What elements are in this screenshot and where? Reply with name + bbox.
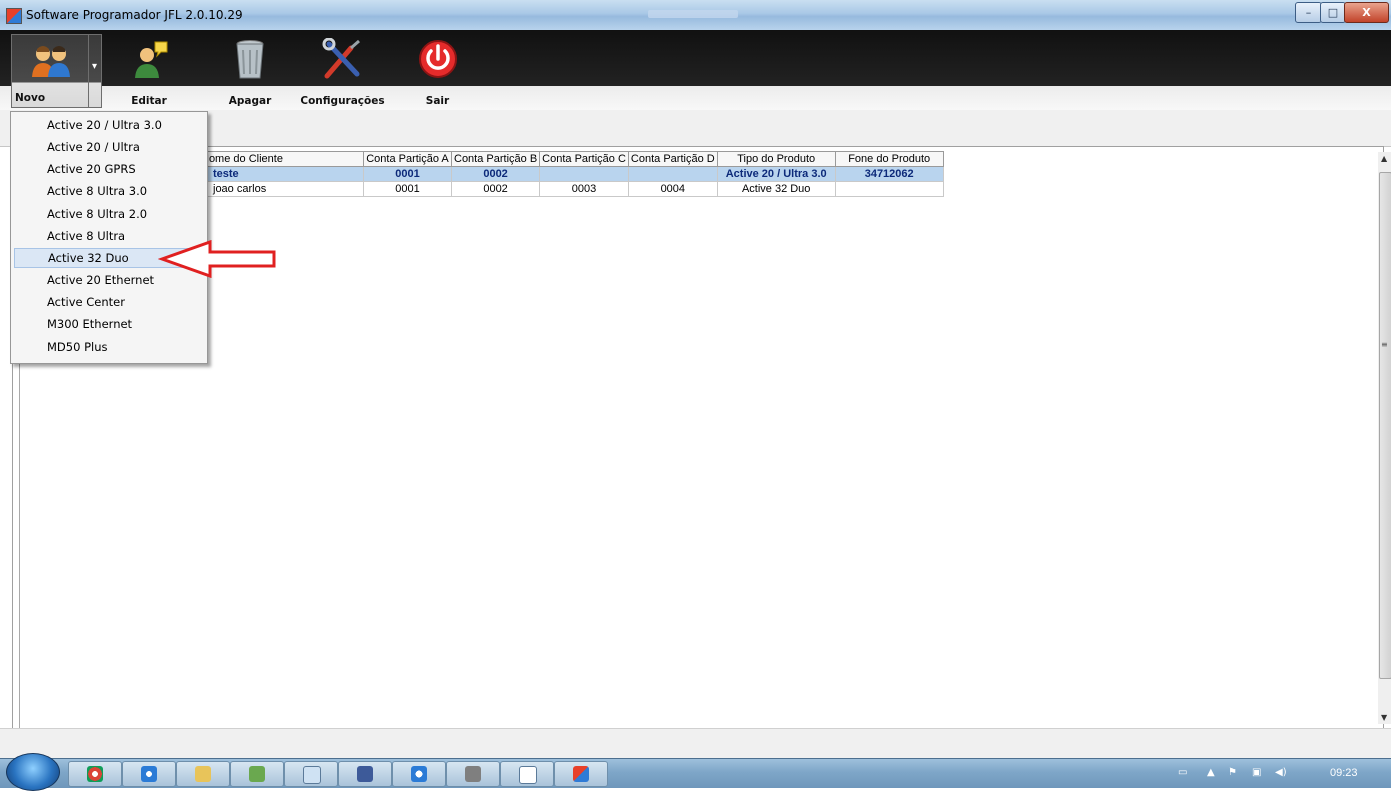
- cell-conta-b: 0002: [450, 166, 541, 182]
- menu-item[interactable]: MD50 Plus: [14, 337, 204, 357]
- client-list-panel: [12, 146, 1384, 730]
- taskbar-app[interactable]: [122, 761, 176, 787]
- cell-conta-b: 0002: [450, 181, 541, 197]
- panel-header-strip: [0, 110, 1391, 147]
- cell-conta-a: 0001: [363, 181, 452, 197]
- sair-button[interactable]: Sair: [405, 30, 470, 110]
- col-nome-cliente[interactable]: Nome do Cliente: [198, 151, 364, 167]
- col-conta-particao-b[interactable]: Conta Partição B: [450, 151, 541, 167]
- cell-tipo: Active 32 Duo: [716, 181, 836, 197]
- power-icon: [418, 40, 457, 78]
- faded-title-ghost: [648, 10, 738, 18]
- cell-nome: teste: [198, 166, 364, 182]
- novo-button[interactable]: Novo: [11, 34, 91, 108]
- table-row[interactable]: teste 0001 0002 Active 20 / Ultra 3.0 34…: [198, 166, 944, 182]
- minimize-button[interactable]: –: [1295, 2, 1322, 23]
- configuracoes-button[interactable]: Configurações: [290, 30, 395, 110]
- taskbar-app[interactable]: [446, 761, 500, 787]
- vertical-scrollbar[interactable]: ▲ ≡ ▼: [1378, 152, 1391, 724]
- menu-item[interactable]: Active 8 Ultra 3.0: [14, 181, 204, 201]
- table-header-row: Nome do Cliente Conta Partição A Conta P…: [198, 151, 944, 167]
- grip-icon: ≡: [1381, 340, 1388, 349]
- editar-label: Editar: [131, 95, 167, 107]
- users-icon: [32, 46, 70, 77]
- app-icon: [6, 8, 22, 24]
- col-conta-particao-a[interactable]: Conta Partição A: [363, 151, 452, 167]
- menu-item[interactable]: M300 Ethernet: [14, 314, 204, 334]
- scroll-down-icon[interactable]: ▼: [1381, 713, 1387, 722]
- taskbar-app[interactable]: [392, 761, 446, 787]
- dropdown-arrow-icon: ▾: [92, 61, 98, 72]
- taskbar-chrome[interactable]: [68, 761, 122, 787]
- cell-fone: 34712062: [834, 166, 944, 182]
- clock[interactable]: 09:23: [1330, 767, 1358, 779]
- tools-icon: [322, 38, 360, 79]
- taskbar: ▭ ▲ ⚑ ▣ ◀) 09:23: [0, 753, 1391, 791]
- client-table: Nome do Cliente Conta Partição A Conta P…: [198, 151, 944, 197]
- keyboard-icon[interactable]: ▭: [1178, 767, 1187, 778]
- scroll-up-icon[interactable]: ▲: [1381, 154, 1387, 163]
- col-tipo-produto[interactable]: Tipo do Produto: [716, 151, 836, 167]
- apagar-label: Apagar: [228, 95, 272, 107]
- tray-expand-icon[interactable]: ▲: [1207, 767, 1215, 778]
- flag-icon[interactable]: ⚑: [1228, 767, 1237, 778]
- close-button[interactable]: X: [1344, 2, 1389, 23]
- menu-item[interactable]: Active Center: [14, 292, 204, 312]
- scroll-thumb[interactable]: [1379, 172, 1391, 679]
- sair-label: Sair: [425, 95, 450, 107]
- taskbar-folder[interactable]: [176, 761, 230, 787]
- cell-conta-c: 0003: [539, 181, 629, 197]
- apagar-button[interactable]: Apagar: [205, 30, 295, 110]
- cell-conta-d: 0004: [627, 181, 718, 197]
- taskbar-app[interactable]: [338, 761, 392, 787]
- col-conta-particao-c[interactable]: Conta Partição C: [539, 151, 629, 167]
- novo-label: Novo: [15, 92, 46, 104]
- trash-icon: [236, 40, 264, 79]
- menu-item[interactable]: Active 8 Ultra 2.0: [14, 204, 204, 224]
- taskbar-app[interactable]: [230, 761, 284, 787]
- window-title: Software Programador JFL 2.0.10.29: [26, 8, 243, 22]
- start-button[interactable]: [6, 753, 60, 791]
- col-conta-particao-d[interactable]: Conta Partição D: [627, 151, 718, 167]
- col-fone-produto[interactable]: Fone do Produto: [834, 151, 944, 167]
- novo-dropdown-button[interactable]: ▾: [88, 34, 102, 108]
- edit-user-icon: [135, 41, 168, 78]
- cell-conta-d: [627, 166, 718, 182]
- editar-button[interactable]: Editar: [110, 30, 188, 110]
- menu-item[interactable]: Active 20 / Ultra: [14, 137, 204, 157]
- cell-tipo: Active 20 / Ultra 3.0: [716, 166, 836, 182]
- toolbar: Novo ▾ Editar Apagar Configurações Sair: [0, 30, 1391, 111]
- maximize-button[interactable]: □: [1320, 2, 1346, 23]
- configuracoes-label: Configurações: [300, 95, 385, 107]
- cell-nome: joao carlos: [198, 181, 364, 197]
- network-icon[interactable]: ▣: [1252, 767, 1261, 778]
- taskbar-jfl[interactable]: [554, 761, 608, 787]
- menu-item[interactable]: Active 20 / Ultra 3.0: [14, 115, 204, 135]
- status-strip: [0, 728, 1391, 759]
- annotation-arrow-icon: [158, 240, 276, 278]
- taskbar-app[interactable]: [284, 761, 338, 787]
- volume-icon[interactable]: ◀): [1275, 767, 1287, 778]
- taskbar-app[interactable]: [500, 761, 554, 787]
- cell-conta-a: 0001: [363, 166, 452, 182]
- menu-item[interactable]: Active 20 GPRS: [14, 159, 204, 179]
- cell-fone: [834, 181, 944, 197]
- table-row[interactable]: joao carlos 0001 0002 0003 0004 Active 3…: [198, 181, 944, 197]
- title-bar: Software Programador JFL 2.0.10.29 – □ X: [0, 0, 1391, 30]
- novo-dropdown-menu: Active 20 / Ultra 3.0 Active 20 / Ultra …: [10, 111, 208, 364]
- cell-conta-c: [539, 166, 629, 182]
